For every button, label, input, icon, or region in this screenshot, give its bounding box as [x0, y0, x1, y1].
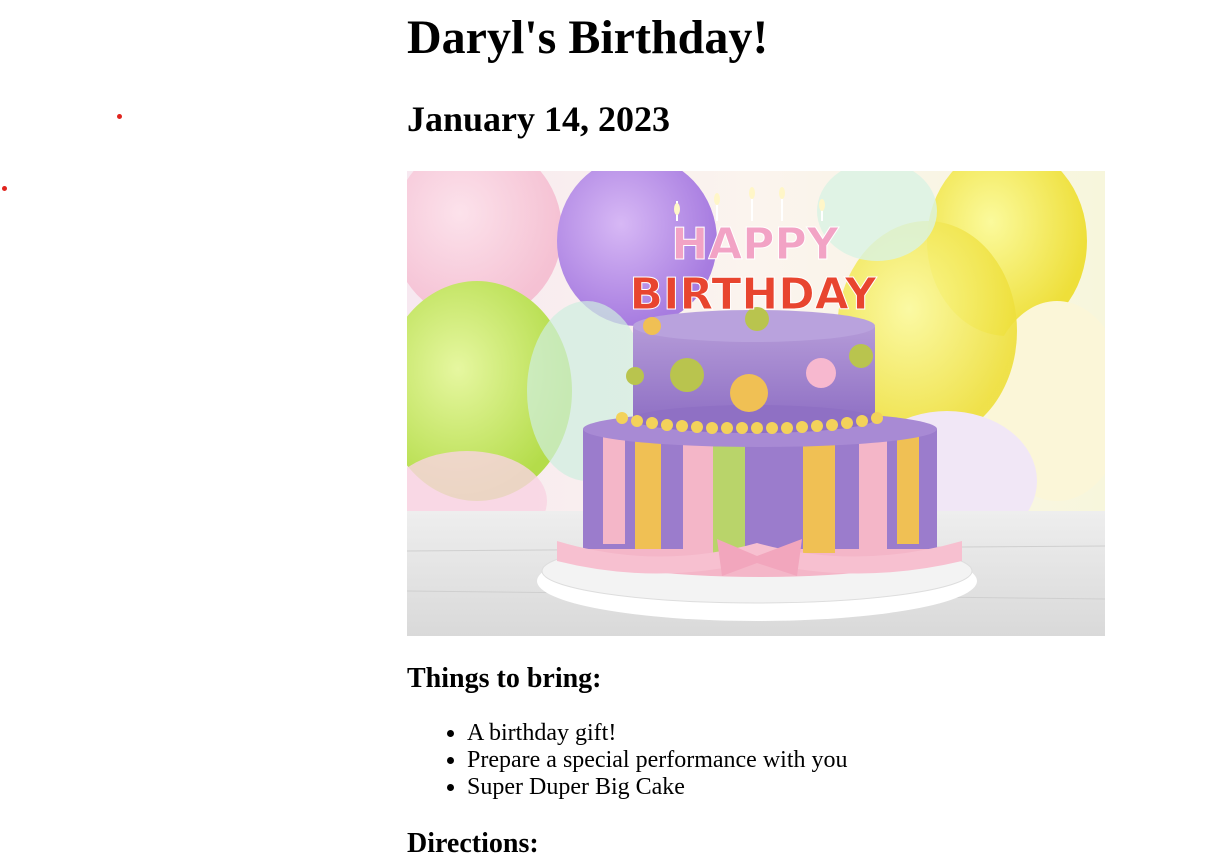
page: Daryl's Birthday! January 14, 2023 HAPPY… — [0, 0, 1209, 868]
cake-candle-text-happy: HAPPY — [671, 219, 839, 270]
main-content: Daryl's Birthday! January 14, 2023 HAPPY… — [407, 0, 1107, 861]
list-item: Super Duper Big Cake — [467, 774, 1107, 801]
page-title: Daryl's Birthday! — [407, 11, 769, 64]
directions-heading: Directions: — [407, 828, 539, 859]
decorative-red-dot — [117, 114, 122, 119]
list-item: Prepare a special performance with you — [467, 747, 1107, 774]
things-to-bring-list: A birthday gift! Prepare a special perfo… — [407, 720, 1107, 801]
birthday-cake-image: HAPPY BIRTHDAY — [407, 171, 1105, 636]
list-item: A birthday gift! — [467, 720, 1107, 747]
decorative-red-dot — [2, 186, 7, 191]
cake-candle-text-birthday: BIRTHDAY — [630, 269, 878, 320]
things-to-bring-heading: Things to bring: — [407, 663, 602, 694]
event-date: January 14, 2023 — [407, 99, 671, 139]
